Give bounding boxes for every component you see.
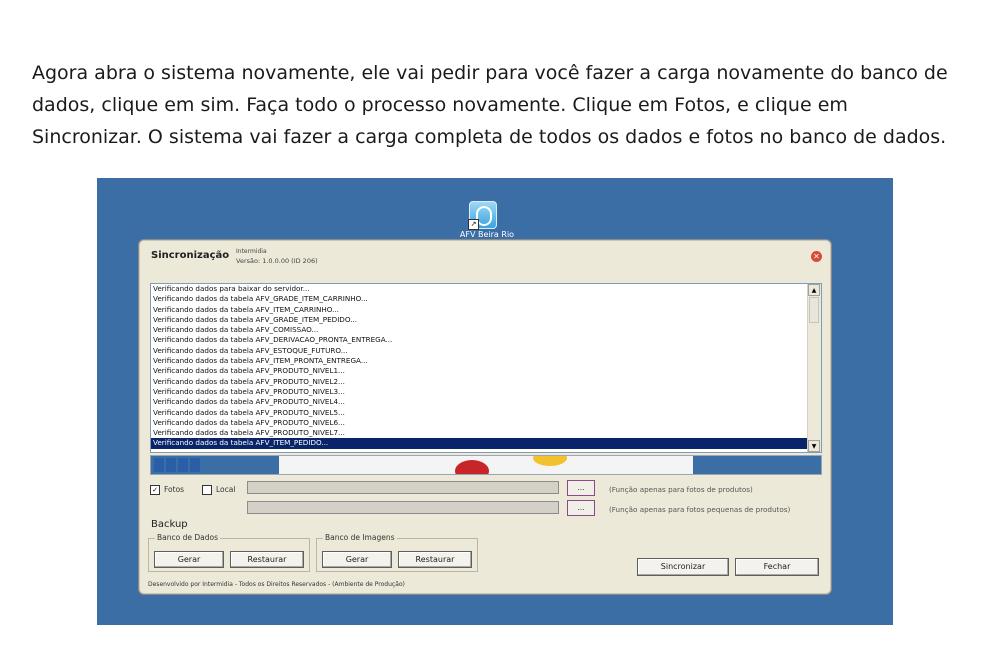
- desktop-icon-label[interactable]: AFV Beira Rio: [442, 230, 532, 239]
- footer-text: Desenvolvido por Intermidia - Todos os D…: [148, 581, 405, 588]
- photos-hint: (Função apenas para fotos de produtos): [609, 485, 753, 494]
- log-line[interactable]: Verificando dados da tabela AFV_ITEM_PED…: [151, 438, 807, 449]
- browse-small-photos-button[interactable]: ...: [567, 500, 595, 516]
- log-line[interactable]: Verificando dados da tabela AFV_PRODUTO_…: [151, 366, 807, 376]
- fotos-label: Fotos: [164, 485, 185, 494]
- sync-dialog: Sincronização Intermidia Versão: 1.0.0.0…: [138, 239, 832, 595]
- database-generate-button[interactable]: Gerar: [154, 551, 224, 568]
- desktop-screenshot: ↗ AFV Beira Rio Sincronização Intermidia…: [97, 178, 893, 625]
- photos-path-field[interactable]: [247, 481, 559, 494]
- progress-block: [166, 458, 176, 472]
- fotos-checkbox[interactable]: ✓: [150, 485, 160, 495]
- local-label: Local: [216, 485, 236, 494]
- images-backup-group: Banco de Imagens Gerar Restaurar: [316, 533, 478, 572]
- log-line[interactable]: Verificando dados da tabela AFV_ITEM_PRO…: [151, 356, 807, 366]
- progress-block: [178, 458, 188, 472]
- log-line[interactable]: Verificando dados da tabela AFV_DERIVACA…: [151, 335, 807, 345]
- scroll-thumb[interactable]: [809, 297, 819, 323]
- scroll-up-icon[interactable]: ▲: [808, 284, 820, 296]
- local-checkbox[interactable]: [202, 485, 212, 495]
- database-restore-button[interactable]: Restaurar: [230, 551, 304, 568]
- progress-block: [154, 458, 164, 472]
- database-backup-group: Banco de Dados Gerar Restaurar: [148, 533, 310, 572]
- log-line[interactable]: Verificando dados da tabela AFV_ITEM_CAR…: [151, 305, 807, 315]
- small-photos-hint: (Função apenas para fotos pequenas de pr…: [609, 505, 791, 514]
- version-text: Versão: 1.0.0.00 (ID 206): [236, 257, 318, 265]
- log-line[interactable]: Verificando dados da tabela AFV_PRODUTO_…: [151, 387, 807, 397]
- log-line[interactable]: Verificando dados da tabela AFV_PRODUTO_…: [151, 377, 807, 387]
- images-generate-button[interactable]: Gerar: [322, 551, 392, 568]
- log-lines: Verificando dados para baixar do servido…: [151, 284, 807, 449]
- log-line[interactable]: Verificando dados da tabela AFV_PRODUTO_…: [151, 408, 807, 418]
- log-line[interactable]: Verificando dados da tabela AFV_PRODUTO_…: [151, 428, 807, 438]
- instruction-text: Agora abra o sistema novamente, ele vai …: [32, 57, 972, 153]
- browse-photos-button[interactable]: ...: [567, 480, 595, 496]
- close-icon[interactable]: ✕: [811, 251, 822, 262]
- progress-right-band: [693, 456, 821, 474]
- images-restore-button[interactable]: Restaurar: [398, 551, 472, 568]
- instruction-line-2: dados, clique em sim. Faça todo o proces…: [32, 94, 848, 116]
- sync-progress-bar: [150, 455, 822, 475]
- log-line[interactable]: Verificando dados da tabela AFV_GRADE_IT…: [151, 315, 807, 325]
- app-shortcut-icon[interactable]: ↗: [468, 201, 497, 230]
- log-line[interactable]: Verificando dados da tabela AFV_COMISSAO…: [151, 325, 807, 335]
- dialog-title: Sincronização: [151, 250, 230, 261]
- image-preview-red-shape: [455, 460, 489, 474]
- image-preview-yellow-shape: [533, 456, 567, 466]
- sync-button[interactable]: Sincronizar: [637, 558, 729, 576]
- sync-log-list[interactable]: Verificando dados para baixar do servido…: [150, 283, 822, 453]
- log-scrollbar[interactable]: ▲ ▼: [807, 284, 821, 452]
- log-line[interactable]: Verificando dados para baixar do servido…: [151, 284, 807, 294]
- log-line[interactable]: Verificando dados da tabela AFV_PRODUTO_…: [151, 418, 807, 428]
- backup-title: Backup: [151, 519, 188, 530]
- instruction-line-1: Agora abra o sistema novamente, ele vai …: [32, 62, 948, 84]
- images-group-title: Banco de Imagens: [323, 533, 397, 542]
- log-line[interactable]: Verificando dados da tabela AFV_GRADE_IT…: [151, 294, 807, 304]
- log-line[interactable]: Verificando dados da tabela AFV_PRODUTO_…: [151, 397, 807, 407]
- scroll-down-icon[interactable]: ▼: [808, 440, 820, 452]
- progress-block: [190, 458, 200, 472]
- small-photos-path-field[interactable]: [247, 501, 559, 514]
- log-line[interactable]: Verificando dados da tabela AFV_ESTOQUE_…: [151, 346, 807, 356]
- close-button[interactable]: Fechar: [735, 558, 819, 576]
- company-name: Intermidia: [236, 248, 267, 255]
- database-group-title: Banco de Dados: [155, 533, 220, 542]
- instruction-line-3: Sincronizar. O sistema vai fazer a carga…: [32, 126, 947, 148]
